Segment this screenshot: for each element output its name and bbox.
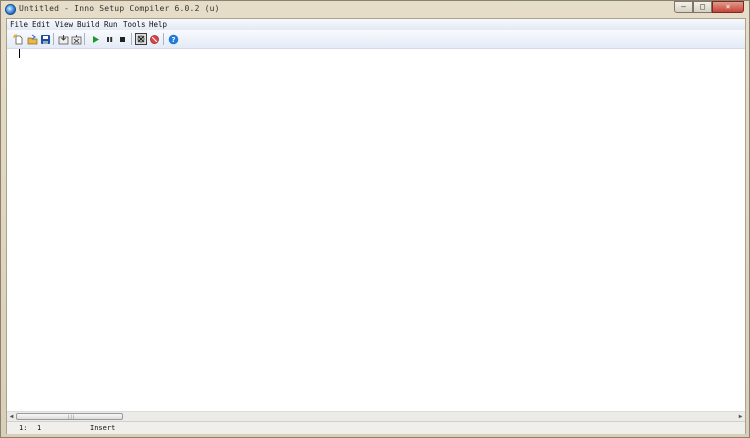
- pause-icon[interactable]: [103, 33, 115, 45]
- scroll-right-button[interactable]: ▶: [736, 412, 745, 421]
- open-folder-icon[interactable]: [26, 33, 38, 45]
- app-window: Untitled - Inno Setup Compiler 6.0.2 (u)…: [0, 0, 750, 438]
- toolbar-separator: [163, 33, 164, 45]
- window-controls: – □ ✕: [674, 1, 744, 13]
- save-icon[interactable]: [39, 33, 51, 45]
- maximize-button[interactable]: □: [693, 1, 712, 13]
- scrollbar-grip: |||: [67, 415, 76, 420]
- scroll-left-button[interactable]: ◀: [7, 412, 16, 421]
- minimize-button[interactable]: –: [674, 1, 693, 13]
- window-title: Untitled - Inno Setup Compiler 6.0.2 (u): [19, 4, 220, 13]
- menu-edit[interactable]: Edit: [32, 20, 50, 29]
- stop-compile-icon[interactable]: [70, 33, 82, 45]
- menu-tools[interactable]: Tools: [123, 20, 146, 29]
- close-button[interactable]: ✕: [712, 1, 744, 13]
- new-file-icon[interactable]: [12, 33, 24, 45]
- compile-icon[interactable]: [57, 33, 69, 45]
- run-icon[interactable]: [89, 33, 101, 45]
- client-area: File Edit View Build Run Tools Help ? ◀ …: [6, 18, 746, 434]
- toolbar-separator: [131, 33, 132, 45]
- status-column-number: 1: [37, 424, 42, 432]
- title-bar[interactable]: Untitled - Inno Setup Compiler 6.0.2 (u)…: [1, 1, 749, 17]
- menu-view[interactable]: View: [55, 20, 73, 29]
- help-icon[interactable]: ?: [167, 33, 179, 45]
- menu-bar: File Edit View Build Run Tools Help: [7, 19, 745, 30]
- toolbar-separator: [53, 33, 54, 45]
- script-editor[interactable]: [7, 49, 745, 411]
- svg-text:?: ?: [171, 36, 175, 44]
- scrollbar-thumb[interactable]: |||: [16, 413, 123, 420]
- toolbar-separator: [84, 33, 85, 45]
- debug-output-icon[interactable]: [135, 33, 147, 45]
- stop-icon[interactable]: [116, 33, 128, 45]
- menu-build[interactable]: Build: [77, 20, 100, 29]
- status-line-number: 1:: [19, 424, 28, 432]
- status-bar: 1: 1 Insert: [7, 421, 745, 434]
- menu-help[interactable]: Help: [149, 20, 167, 29]
- debug-call-stack-icon[interactable]: [148, 33, 160, 45]
- menu-run[interactable]: Run: [104, 20, 118, 29]
- menu-file[interactable]: File: [10, 20, 28, 29]
- toolbar: ?: [7, 30, 745, 49]
- text-caret: [19, 49, 20, 58]
- status-insert-mode: Insert: [90, 424, 116, 432]
- inno-setup-app-icon[interactable]: [5, 4, 16, 15]
- horizontal-scrollbar[interactable]: ◀ ||| ▶: [7, 411, 745, 421]
